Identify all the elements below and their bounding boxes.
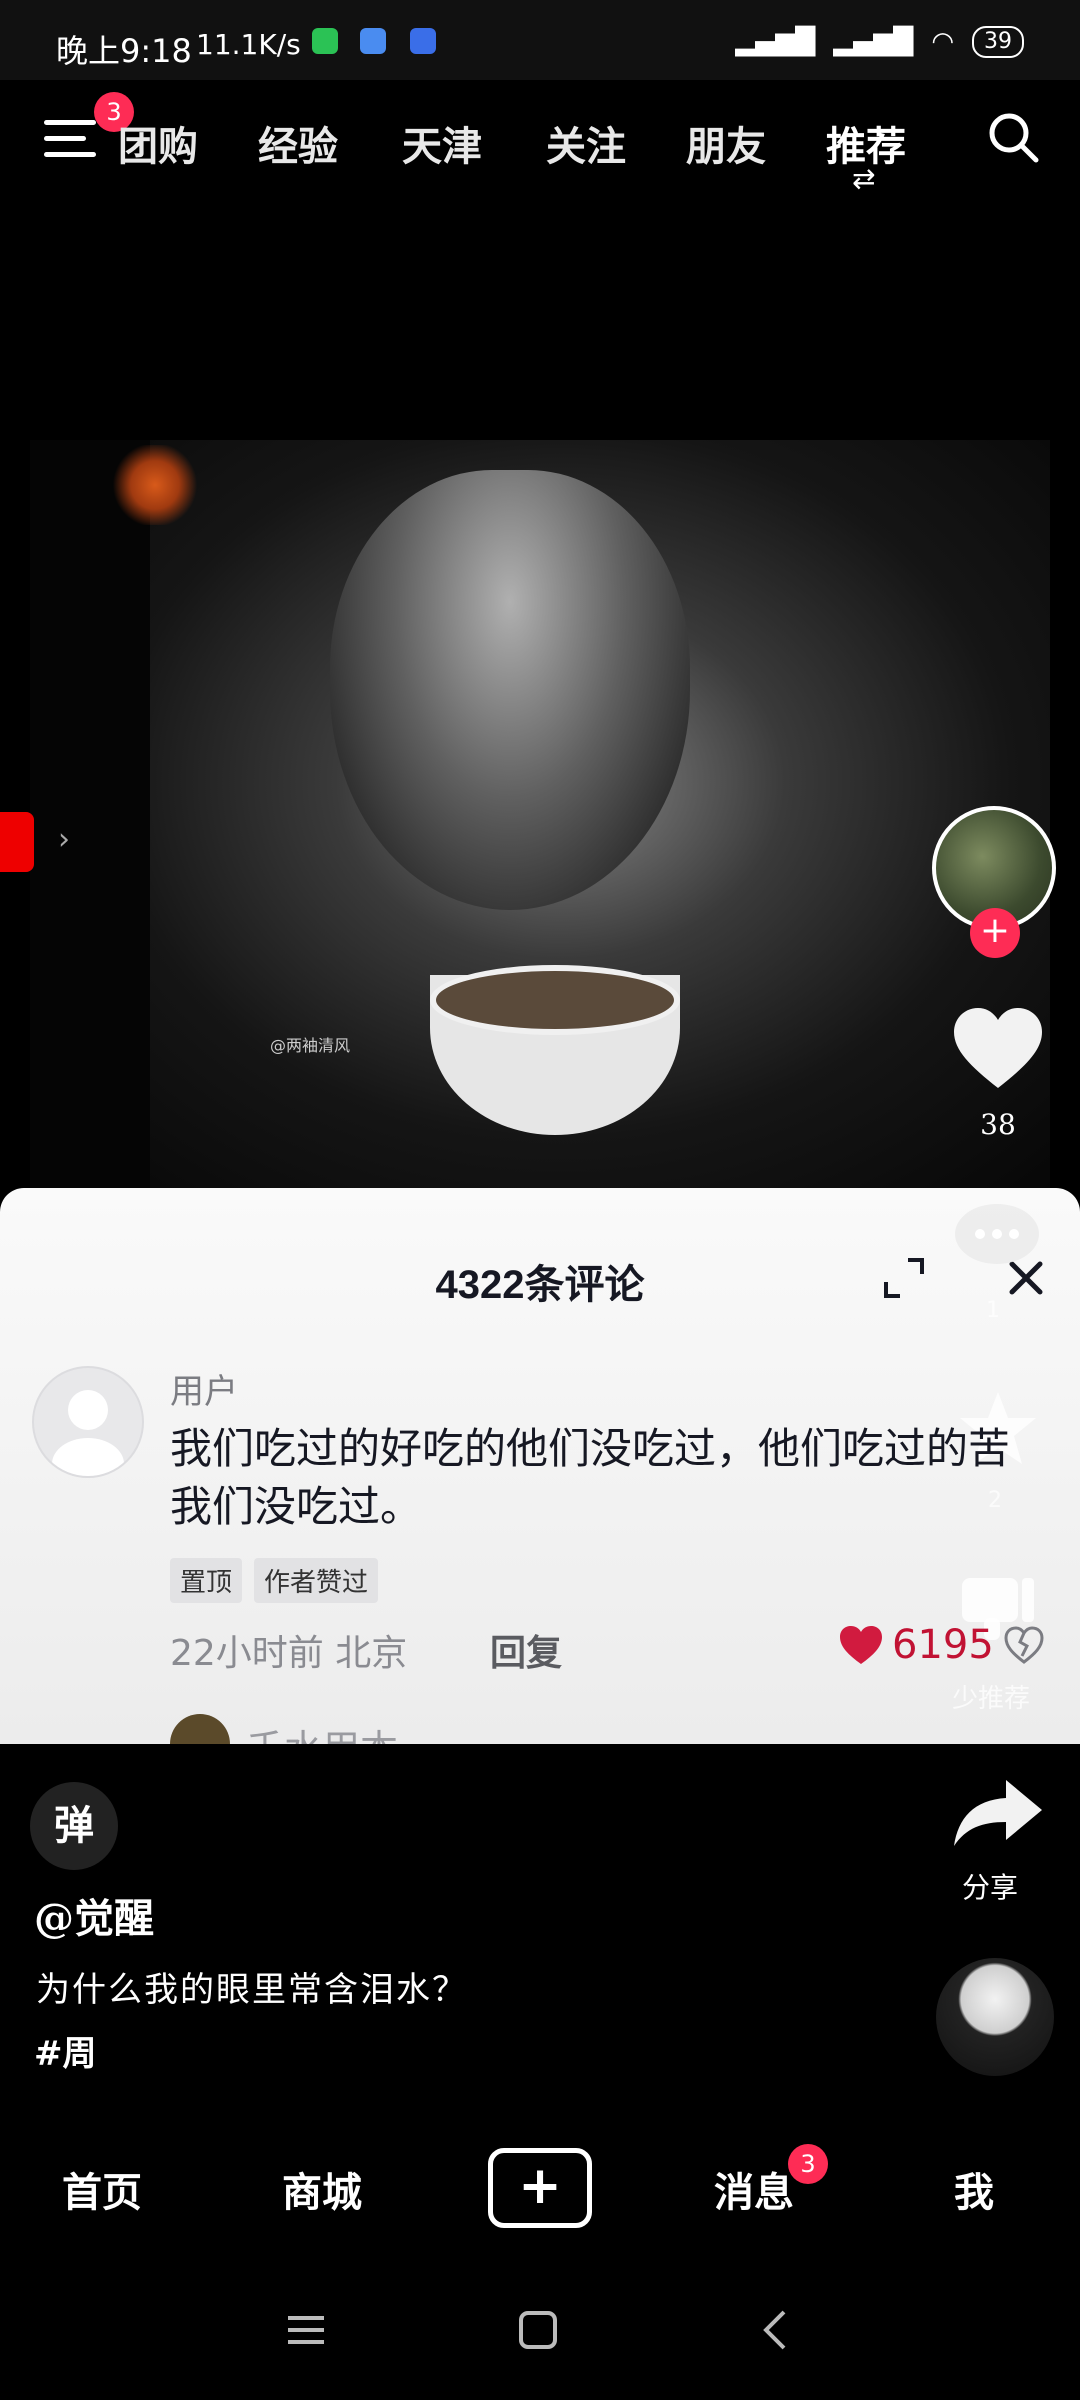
tab-messages[interactable]: 消息 — [714, 2160, 794, 2218]
heart-icon[interactable] — [950, 1004, 1046, 1094]
author-name[interactable]: @觉醒 — [34, 1886, 154, 1944]
video-shadow — [30, 440, 150, 1200]
signal-icon: ▂▄▆█ — [735, 27, 816, 57]
comment-text: 我们吃过的好吃的他们没吃过，他们吃过的苦我们没吃过。 — [170, 1424, 1011, 1531]
status-time: 晚上9:18 — [56, 32, 192, 70]
share-label: 分享 — [962, 1871, 1019, 1904]
top-nav: 3 团购 经验 天津 关注 朋友 推荐 ⇄ — [0, 92, 1080, 195]
tab-tianjin[interactable]: 天津 — [402, 114, 482, 172]
heart-filled-icon[interactable] — [838, 1624, 884, 1666]
wechat-icon — [312, 28, 338, 54]
signal-icon-2: ▂▄▆█ — [833, 27, 914, 57]
broken-heart-icon[interactable] — [1004, 1626, 1044, 1666]
comment-username[interactable]: 用户 — [170, 1364, 238, 1413]
tab-experience[interactable]: 经验 — [258, 114, 338, 172]
video-subject — [330, 470, 690, 910]
recents-icon[interactable] — [286, 2310, 326, 2350]
video-watermark: @两袖清风 — [270, 1036, 351, 1055]
wifi-icon: ◠ — [931, 27, 954, 57]
video-caption: 为什么我的眼里常含泪水？ — [36, 1970, 468, 2010]
menu-button[interactable] — [44, 120, 96, 166]
hashtag[interactable]: #周 — [34, 2026, 97, 2075]
avatar[interactable] — [32, 1366, 144, 1478]
expand-icon[interactable] — [882, 1256, 926, 1300]
battery-icon: 39 — [972, 26, 1024, 58]
tab-me[interactable]: 我 — [954, 2160, 994, 2218]
tab-friends[interactable]: 朋友 — [686, 114, 766, 172]
music-avatar[interactable] — [936, 1958, 1054, 2076]
search-icon[interactable] — [986, 110, 1040, 164]
comment-count-fragment: 1 — [986, 1298, 1000, 1323]
create-button[interactable]: + — [488, 2148, 592, 2228]
red-packet-icon[interactable] — [0, 812, 34, 872]
messages-badge: 3 — [788, 2144, 828, 2184]
reply-button[interactable]: 回复 — [490, 1624, 562, 1676]
network-speed: 11.1K/s — [196, 28, 301, 61]
like-count: 38 — [980, 1108, 1016, 1141]
chevron-right-icon[interactable]: › — [58, 822, 70, 857]
tab-group-buy[interactable]: 团购 — [118, 114, 198, 172]
video-spark — [110, 445, 200, 525]
app-notification-icon — [360, 28, 386, 54]
follow-button[interactable]: + — [970, 908, 1020, 958]
video-bowl-rim — [430, 965, 680, 1035]
not-recommend-label: 少推荐 — [952, 1684, 1031, 1714]
comment-meta: 22小时前 北京 — [170, 1633, 408, 1674]
tab-home[interactable]: 首页 — [62, 2160, 142, 2218]
home-icon[interactable] — [518, 2310, 558, 2350]
share-icon[interactable] — [950, 1774, 1046, 1854]
status-right: ▂▄▆█ ▂▄▆█ ◠ 39 — [735, 26, 1024, 58]
comment-like-count: 6195 — [892, 1622, 994, 1668]
author-liked-tag: 作者赞过 — [254, 1558, 379, 1603]
tab-following[interactable]: 关注 — [546, 114, 626, 172]
tab-mall[interactable]: 商城 — [282, 2160, 362, 2218]
bottom-panel — [0, 1744, 1080, 2400]
swap-icon[interactable]: ⇄ — [852, 162, 875, 195]
danmu-button[interactable]: 弹 — [30, 1782, 118, 1870]
comment-icon[interactable] — [952, 1202, 1042, 1272]
player-icon — [410, 28, 436, 54]
status-bar: 晚上9:18 11.1K/s ▂▄▆█ ▂▄▆█ ◠ 39 — [0, 0, 1080, 80]
pinned-tag: 置顶 — [170, 1558, 243, 1603]
back-icon[interactable] — [756, 2310, 796, 2350]
